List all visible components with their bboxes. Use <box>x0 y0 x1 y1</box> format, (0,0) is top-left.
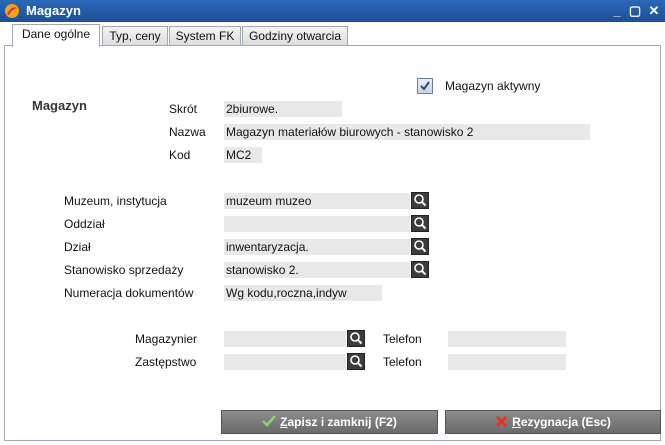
kod-label: Kod <box>169 148 191 162</box>
oddzial-lookup-button[interactable] <box>411 215 429 232</box>
oddzial-label: Oddział <box>64 217 105 231</box>
dzial-lookup-button[interactable] <box>411 238 429 255</box>
telefon1-label: Telefon <box>383 332 422 346</box>
title-bar: Magazyn _ ▢ ✕ <box>0 0 665 22</box>
muzeum-label: Muzeum, instytucja <box>64 194 167 208</box>
checkmark-icon <box>262 415 277 427</box>
stanowisko-field[interactable]: stanowisko 2. <box>224 262 410 278</box>
stanowisko-lookup-button[interactable] <box>411 261 429 278</box>
numeracja-label: Numeracja dokumentów <box>64 286 194 300</box>
numeracja-field[interactable]: Wg kodu,roczna,indyw <box>224 285 382 301</box>
search-icon <box>350 355 363 368</box>
skrot-field[interactable]: 2biurowe. <box>224 101 342 117</box>
nazwa-field[interactable]: Magazyn materiałów biurowych - stanowisk… <box>224 124 590 140</box>
tab-godziny-otwarcia[interactable]: Godziny otwarcia <box>242 26 348 46</box>
minimize-button[interactable]: _ <box>608 2 626 20</box>
muzeum-field[interactable]: muzeum muzeo <box>224 193 410 209</box>
kod-field[interactable]: MC2 <box>224 147 262 163</box>
restore-button[interactable]: ▢ <box>626 2 644 20</box>
tab-dane-ogolne[interactable]: Dane ogólne <box>12 24 100 47</box>
search-icon <box>414 263 427 276</box>
magazynier-lookup-button[interactable] <box>347 330 365 347</box>
telefon2-field[interactable] <box>448 354 566 370</box>
cancel-hotkey: R <box>512 415 521 429</box>
section-magazyn: Magazyn <box>32 98 87 113</box>
magazynier-label: Magazynier <box>135 332 198 346</box>
search-icon <box>414 240 427 253</box>
zastepstwo-lookup-button[interactable] <box>347 353 365 370</box>
tab-system-fk[interactable]: System FK <box>169 26 241 46</box>
stanowisko-label: Stanowisko sprzedaży <box>64 263 184 277</box>
nazwa-label: Nazwa <box>169 125 206 139</box>
cancel-x-icon <box>496 415 508 428</box>
save-label: apisz i zamknij (F2) <box>287 415 397 429</box>
app-logo-icon <box>5 4 19 18</box>
telefon1-field[interactable] <box>448 331 566 347</box>
cancel-label: ezygnacja (Esc) <box>520 415 611 429</box>
checkmark-icon <box>420 81 430 91</box>
skrot-label: Skrót <box>169 102 198 116</box>
search-icon <box>414 217 427 230</box>
search-icon <box>350 332 363 345</box>
telefon2-label: Telefon <box>383 355 422 369</box>
magazyn-aktywny-checkbox[interactable] <box>417 78 433 94</box>
cancel-button[interactable]: Rezygnacja (Esc) <box>445 410 661 434</box>
dzial-field[interactable]: inwentaryzacja. <box>224 239 410 255</box>
close-button[interactable]: ✕ <box>645 2 663 20</box>
zastepstwo-field[interactable] <box>224 354 346 370</box>
magazynier-field[interactable] <box>224 331 346 347</box>
oddzial-field[interactable] <box>224 216 410 232</box>
dzial-label: Dział <box>64 240 91 254</box>
magazyn-aktywny-label: Magazyn aktywny <box>445 79 541 93</box>
muzeum-lookup-button[interactable] <box>411 192 429 209</box>
zastepstwo-label: Zastępstwo <box>135 355 197 369</box>
search-icon <box>414 194 427 207</box>
save-and-close-button[interactable]: Zapisz i zamknij (F2) <box>221 410 438 434</box>
window-title: Magazyn <box>26 3 81 18</box>
tab-typ-ceny[interactable]: Typ, ceny <box>102 26 168 46</box>
